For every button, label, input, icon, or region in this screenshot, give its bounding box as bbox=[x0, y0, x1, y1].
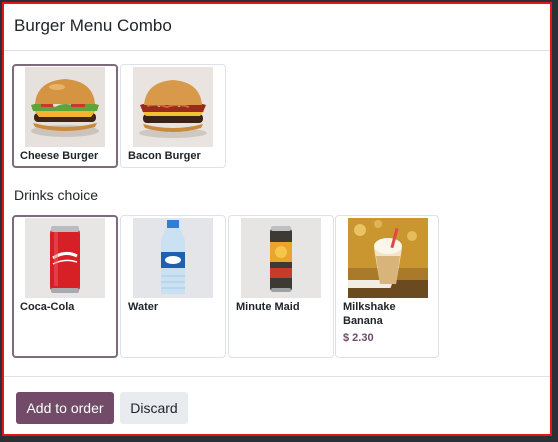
cheese-burger-photo bbox=[25, 67, 105, 147]
product-card-minute-maid[interactable]: Minute Maid bbox=[228, 215, 334, 358]
drinks-section-label: Drinks choice bbox=[14, 187, 99, 203]
discard-button[interactable]: Discard bbox=[120, 392, 188, 424]
product-card-bacon-burger[interactable]: Bacon Burger bbox=[120, 64, 226, 168]
coca-cola-can-photo bbox=[25, 218, 105, 298]
minute-maid-can-photo bbox=[241, 218, 321, 298]
product-card-milkshake-banana[interactable]: Milkshake Banana $ 2.30 bbox=[335, 215, 439, 358]
footer-divider bbox=[4, 376, 550, 377]
bacon-burger-photo bbox=[133, 67, 213, 147]
product-card-coca-cola[interactable]: Coca-Cola bbox=[12, 215, 118, 358]
product-name: Coca-Cola bbox=[20, 301, 75, 313]
product-name: Water bbox=[128, 301, 159, 313]
milkshake-photo bbox=[348, 218, 428, 298]
product-card-water[interactable]: Water bbox=[120, 215, 226, 358]
water-bottle-photo bbox=[133, 218, 213, 298]
product-price: $ 2.30 bbox=[343, 332, 374, 344]
product-name: Bacon Burger bbox=[128, 150, 201, 162]
product-card-cheese-burger[interactable]: Cheese Burger bbox=[12, 64, 118, 168]
add-to-order-button[interactable]: Add to order bbox=[16, 392, 114, 424]
product-name: Cheese Burger bbox=[20, 150, 99, 162]
dialog-title: Burger Menu Combo bbox=[14, 16, 172, 35]
product-name: Minute Maid bbox=[236, 301, 300, 313]
combo-dialog: Burger Menu Combo Cheese Burger Bacon Bu… bbox=[2, 2, 552, 436]
dialog-header: Burger Menu Combo bbox=[4, 4, 550, 51]
product-name: Milkshake Banana bbox=[343, 301, 396, 327]
